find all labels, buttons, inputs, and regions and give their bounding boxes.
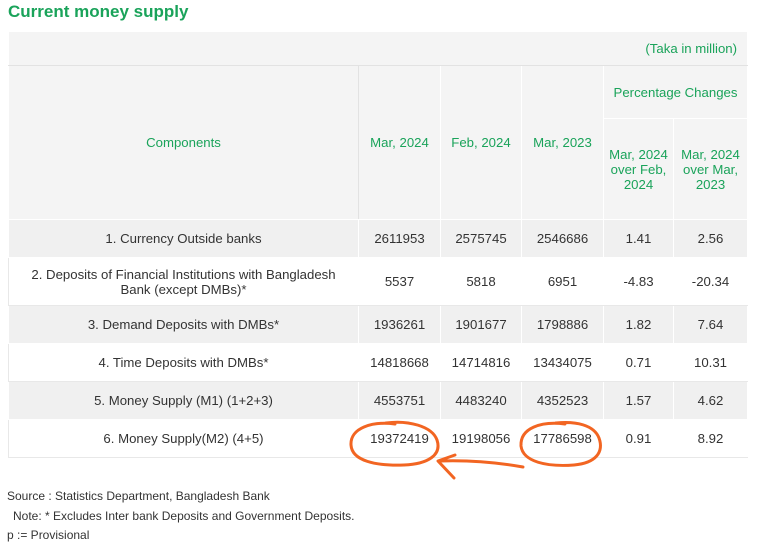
cell-mar-2024: 5537 bbox=[358, 257, 441, 306]
table-row: 3. Demand Deposits with DMBs* 1936261 19… bbox=[8, 305, 749, 344]
cell-change-over-mar: 8.92 bbox=[672, 419, 749, 458]
row-component: 4. Time Deposits with DMBs* bbox=[8, 343, 359, 382]
cell-change-over-feb: 0.71 bbox=[603, 343, 674, 382]
cell-mar-2024: 2611953 bbox=[358, 219, 441, 258]
header-percentage-changes: Percentage Changes bbox=[602, 65, 749, 119]
header-mar-2023: Mar, 2023 bbox=[521, 65, 604, 220]
row-component: 1. Currency Outside banks bbox=[8, 219, 359, 258]
cell-change-over-feb: 1.82 bbox=[603, 305, 674, 344]
cell-feb-2024: 5818 bbox=[440, 257, 522, 306]
cell-feb-2024: 1901677 bbox=[440, 305, 522, 344]
cell-mar-2024: 19372419 bbox=[358, 419, 441, 458]
cell-change-over-mar: -20.34 bbox=[672, 257, 749, 306]
header-mar-2024: Mar, 2024 bbox=[358, 65, 441, 220]
row-component: 6. Money Supply(M2) (4+5) bbox=[8, 419, 359, 458]
page-title: Current money supply bbox=[8, 2, 189, 21]
cell-change-over-mar: 7.64 bbox=[672, 305, 749, 344]
cell-feb-2024: 19198056 bbox=[440, 419, 522, 458]
cell-change-over-mar: 4.62 bbox=[672, 381, 749, 420]
excludes-note: Note: * Excludes Inter bank Deposits and… bbox=[13, 508, 355, 523]
table-row: 2. Deposits of Financial Institutions wi… bbox=[8, 257, 749, 306]
table-row: 5. Money Supply (M1) (1+2+3) 4553751 448… bbox=[8, 381, 749, 420]
cell-feb-2024: 4483240 bbox=[440, 381, 522, 420]
cell-mar-2023: 1798886 bbox=[521, 305, 604, 344]
arrow-mark bbox=[436, 453, 525, 480]
provisional-note: p := Provisional bbox=[7, 528, 90, 542]
table-row: 6. Money Supply(M2) (4+5) 19372419 19198… bbox=[8, 419, 749, 458]
header-components: Components bbox=[8, 65, 359, 220]
unit-note: (Taka in million) bbox=[7, 31, 749, 66]
cell-mar-2023: 6951 bbox=[521, 257, 604, 306]
cell-mar-2024: 4553751 bbox=[358, 381, 441, 420]
header-change-over-feb: Mar, 2024 over Feb, 2024 bbox=[603, 118, 674, 220]
header-change-over-mar: Mar, 2024 over Mar, 2023 bbox=[672, 118, 749, 220]
cell-feb-2024: 14714816 bbox=[440, 343, 522, 382]
cell-mar-2023: 17786598 bbox=[521, 419, 604, 458]
cell-change-over-feb: -4.83 bbox=[603, 257, 674, 306]
cell-feb-2024: 2575745 bbox=[440, 219, 522, 258]
row-component: 3. Demand Deposits with DMBs* bbox=[8, 305, 359, 344]
money-supply-table: (Taka in million) Components Mar, 2024 F… bbox=[7, 31, 749, 458]
cell-change-over-mar: 2.56 bbox=[672, 219, 749, 258]
table-row: 4. Time Deposits with DMBs* 14818668 147… bbox=[8, 343, 749, 382]
cell-change-over-mar: 10.31 bbox=[672, 343, 749, 382]
table-row: 1. Currency Outside banks 2611953 257574… bbox=[8, 219, 749, 258]
cell-mar-2023: 2546686 bbox=[521, 219, 604, 258]
source-note: Source : Statistics Department, Banglade… bbox=[7, 489, 270, 503]
cell-mar-2023: 4352523 bbox=[521, 381, 604, 420]
row-component: 2. Deposits of Financial Institutions wi… bbox=[8, 257, 359, 306]
row-component: 5. Money Supply (M1) (1+2+3) bbox=[8, 381, 359, 420]
cell-mar-2024: 14818668 bbox=[358, 343, 441, 382]
cell-change-over-feb: 0.91 bbox=[603, 419, 674, 458]
cell-change-over-feb: 1.57 bbox=[603, 381, 674, 420]
header-feb-2024: Feb, 2024 bbox=[440, 65, 522, 220]
cell-mar-2024: 1936261 bbox=[358, 305, 441, 344]
cell-mar-2023: 13434075 bbox=[521, 343, 604, 382]
cell-change-over-feb: 1.41 bbox=[603, 219, 674, 258]
footnotes: Source : Statistics Department, Banglade… bbox=[7, 487, 355, 546]
